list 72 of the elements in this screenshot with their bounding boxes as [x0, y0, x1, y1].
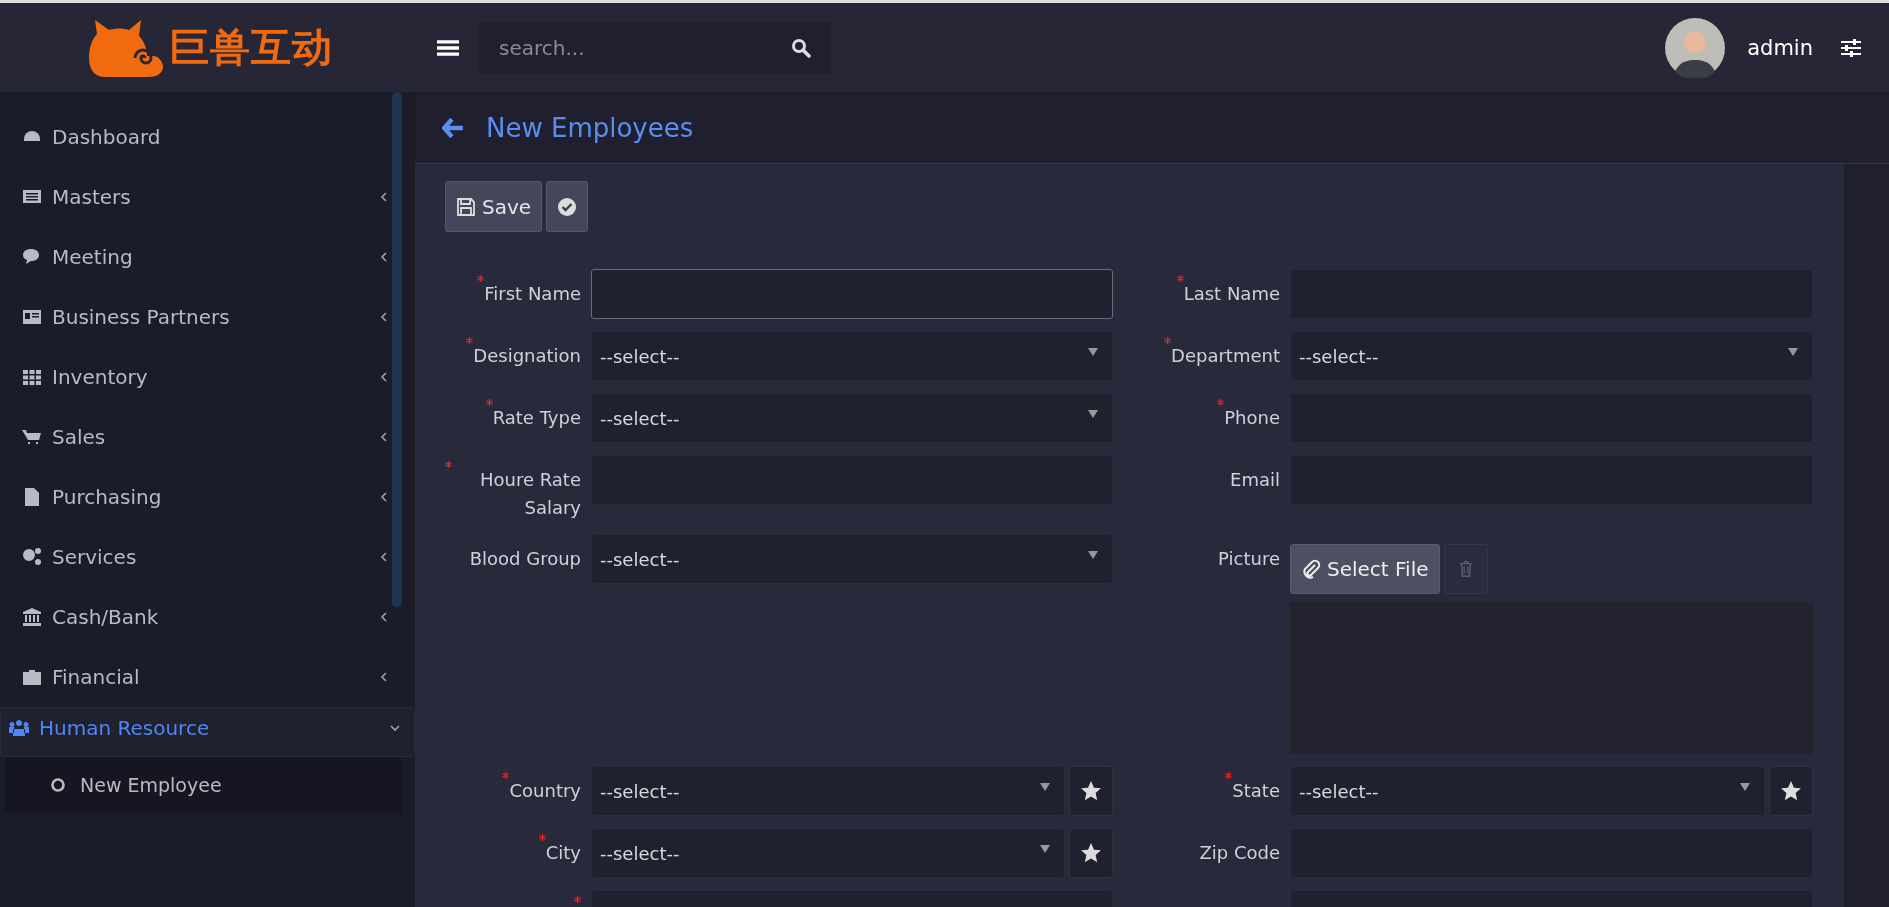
- users-icon: [9, 718, 29, 738]
- select-dropdown[interactable]: --select--: [1290, 331, 1813, 381]
- dropdown-caret-icon: [1040, 845, 1050, 853]
- check-circle-icon: [557, 196, 578, 217]
- file-icon: [22, 487, 42, 507]
- delete-button[interactable]: [1443, 544, 1488, 594]
- bank-icon: [22, 607, 42, 627]
- dropdown-caret-icon: [1088, 410, 1098, 418]
- user-name[interactable]: admin: [1747, 35, 1813, 60]
- dropdown-caret-icon: [1740, 783, 1750, 791]
- dropdown-caret-icon: [1788, 348, 1798, 356]
- circle-icon: [50, 777, 66, 793]
- select-dropdown[interactable]: --select--: [591, 766, 1065, 816]
- grid-icon: [22, 367, 42, 387]
- sidebar-item[interactable]: Masters: [0, 167, 415, 227]
- back-arrow-icon[interactable]: [442, 117, 464, 138]
- select-dropdown[interactable]: --select--: [591, 393, 1113, 443]
- star-icon: [1080, 842, 1102, 864]
- sidebar-item[interactable]: Dashboard: [0, 107, 415, 167]
- star-button[interactable]: [1069, 766, 1113, 816]
- search-field[interactable]: search...: [479, 21, 831, 74]
- field-label: State: [1232, 779, 1280, 803]
- field-label: Email: [1230, 468, 1280, 492]
- sidebar-item[interactable]: Cash/Bank: [0, 587, 415, 647]
- dropdown-caret-icon: [1040, 783, 1050, 791]
- sidebar-item[interactable]: Sales: [0, 407, 415, 467]
- field-label: Rate Type: [492, 406, 581, 430]
- field-label: Country: [509, 779, 581, 803]
- select-dropdown[interactable]: --select--: [1290, 766, 1765, 816]
- input-field[interactable]: [591, 269, 1113, 319]
- confirm-button[interactable]: [546, 181, 589, 232]
- dropdown-caret-icon: [1088, 348, 1098, 356]
- star-button[interactable]: [1769, 766, 1813, 816]
- star-icon: [1080, 780, 1102, 802]
- sidebar-item[interactable]: Meeting: [0, 227, 415, 287]
- submenu-item[interactable]: New Employee: [5, 757, 402, 813]
- page-title: New Employees: [486, 112, 694, 143]
- paperclip-icon: [1301, 559, 1321, 579]
- select-dropdown[interactable]: --select--: [591, 828, 1065, 878]
- chat-bubbles-icon: [22, 247, 42, 267]
- field-label: Phone: [1224, 406, 1280, 430]
- select-file-button[interactable]: Select File: [1290, 544, 1440, 594]
- search-icon[interactable]: [791, 37, 811, 58]
- avatar-silhouette-icon[interactable]: [1665, 17, 1726, 78]
- field-label: Last Name: [1183, 282, 1280, 306]
- dropdown-caret-icon: [1088, 551, 1098, 559]
- sidebar-item[interactable]: Services: [0, 527, 415, 587]
- field-label: Designation: [473, 344, 581, 368]
- star-button[interactable]: [1069, 828, 1113, 878]
- logo-text: 巨兽互动: [168, 23, 333, 72]
- id-card-icon: [22, 307, 42, 327]
- sidebar-item[interactable]: Purchasing: [0, 467, 415, 527]
- field-label: Houre Rate Salary: [478, 468, 581, 520]
- field-label: Picture: [1218, 547, 1280, 571]
- sidebar-item[interactable]: Business Partners: [0, 287, 415, 347]
- sidebar-item[interactable]: Human Resource: [0, 707, 415, 757]
- star-icon: [1780, 780, 1802, 802]
- select-dropdown[interactable]: --select--: [591, 331, 1113, 381]
- field-label: Zip Code: [1199, 841, 1280, 865]
- field-label: Department: [1171, 344, 1280, 368]
- save-button[interactable]: Save: [445, 181, 543, 232]
- menu-icon[interactable]: [437, 38, 459, 57]
- field-label: First Name: [484, 282, 581, 306]
- sidebar-item[interactable]: Inventory: [0, 347, 415, 407]
- scrollbar[interactable]: [392, 92, 402, 607]
- briefcase-icon: [22, 667, 42, 687]
- field-label: Blood Group: [469, 547, 581, 571]
- sidebar-item[interactable]: Financial: [0, 647, 415, 707]
- field-label: City: [545, 841, 581, 865]
- sliders-icon[interactable]: [1841, 38, 1861, 57]
- cart-icon: [22, 427, 42, 447]
- select-dropdown[interactable]: --select--: [591, 534, 1113, 584]
